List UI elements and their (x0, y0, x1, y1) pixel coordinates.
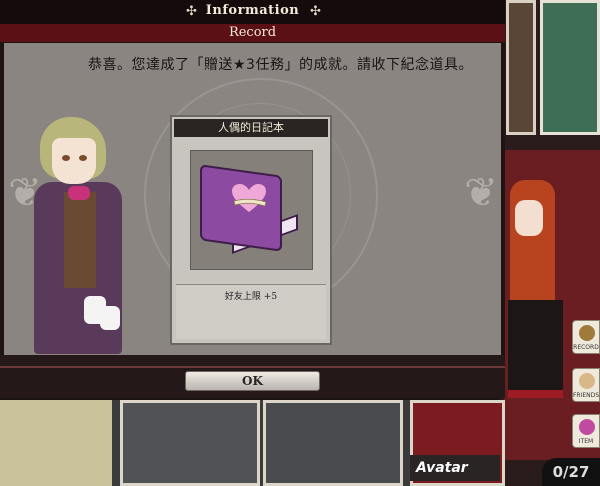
character-eye (79, 155, 87, 161)
flourish-icon: ❦ (464, 170, 498, 216)
dialog-subtitle: Record (228, 25, 277, 40)
avatar-dress (508, 300, 563, 398)
background-map-card (0, 400, 112, 486)
dialog-title: Information (205, 3, 300, 18)
character-bow (68, 186, 90, 200)
background-card-mascot (540, 0, 600, 135)
ok-button[interactable]: OK (185, 371, 320, 391)
avatar-face (515, 200, 543, 236)
avatar-label[interactable]: Avatar (410, 455, 500, 481)
reward-effect: 好友上限 +5 (224, 292, 278, 302)
background-card-clock (506, 0, 536, 135)
handshake-icon (579, 373, 595, 389)
gear-counter: 0/27 (542, 458, 600, 486)
character-glove (100, 306, 120, 330)
background-room-card (120, 400, 260, 486)
trophy-icon (579, 325, 595, 341)
character-vest (64, 192, 96, 288)
footer-divider (0, 366, 505, 368)
heart-icon (232, 184, 266, 212)
side-button-item[interactable]: ITEM (572, 414, 600, 448)
character-eye (62, 155, 70, 161)
character-face (52, 138, 96, 184)
reward-name: 人偶的日記本 (174, 119, 328, 137)
achievement-message: 恭喜。您達成了「贈送★3任務」的成就。請收下紀念道具。 (88, 57, 473, 73)
side-button-record[interactable]: RECORD (572, 320, 600, 354)
potion-icon (579, 419, 595, 435)
side-button-friends[interactable]: FRIENDS (572, 368, 600, 402)
background-room-card (263, 400, 403, 486)
